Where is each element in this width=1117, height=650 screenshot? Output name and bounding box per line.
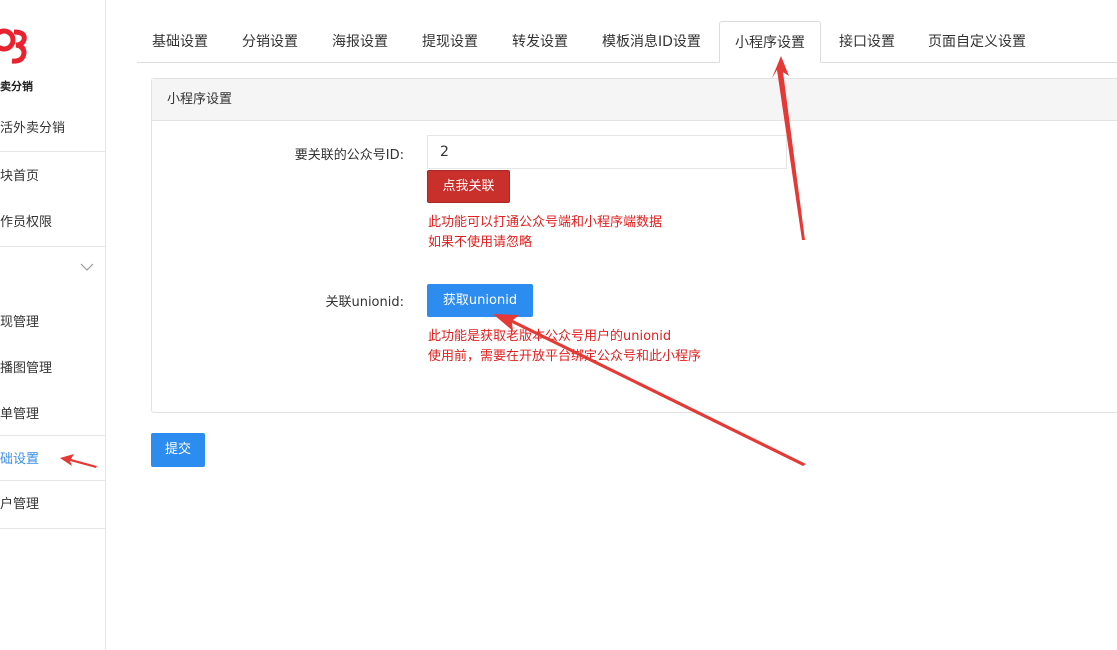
sidebar-item-settings[interactable]: 础设置 bbox=[0, 448, 106, 467]
sidebar-item-label: 础设置 bbox=[0, 452, 40, 467]
sidebar-item-label: 现管理 bbox=[0, 315, 40, 330]
chevron-down-icon[interactable] bbox=[80, 262, 94, 272]
sidebar-item-banner[interactable]: 播图管理 bbox=[0, 357, 106, 376]
sidebar-item-withdraw[interactable]: 现管理 bbox=[0, 311, 106, 330]
sidebar-item-distribution[interactable]: 活外卖分销 bbox=[0, 117, 106, 136]
settings-tabs: 基础设置 分销设置 海报设置 提现设置 转发设置 模板消息ID设置 小程序设置 … bbox=[137, 21, 1117, 63]
tab-template-message[interactable]: 模板消息ID设置 bbox=[587, 21, 716, 63]
divider bbox=[0, 435, 106, 436]
sidebar-item-label: 块首页 bbox=[0, 169, 40, 184]
logo: 卖分销 bbox=[0, 28, 34, 94]
divider bbox=[0, 151, 106, 152]
logo-icon bbox=[0, 28, 27, 64]
tab-mini-program[interactable]: 小程序设置 bbox=[719, 21, 821, 63]
panel-title: 小程序设置 bbox=[152, 79, 1117, 121]
sidebar: 卖分销 活外卖分销 块首页 作员权限 现管理 播图管理 单管理 础设置 户管理 bbox=[0, 0, 106, 650]
mini-program-settings-panel: 小程序设置 要关联的公众号ID: 2 点我关联 此功能可以打通公众号端和小程序端… bbox=[151, 78, 1117, 413]
tab-share[interactable]: 转发设置 bbox=[497, 21, 583, 63]
account-id-input[interactable]: 2 bbox=[427, 135, 787, 169]
sidebar-item-orders[interactable]: 单管理 bbox=[0, 403, 106, 422]
submit-button[interactable]: 提交 bbox=[151, 433, 205, 467]
sidebar-item-label: 单管理 bbox=[0, 407, 40, 422]
unionid-label: 关联unionid: bbox=[325, 295, 404, 310]
link-account-button[interactable]: 点我关联 bbox=[427, 170, 510, 203]
link-note-line-2: 如果不使用请忽略 bbox=[428, 235, 533, 250]
sidebar-item-users[interactable]: 户管理 bbox=[0, 493, 106, 512]
sidebar-item-label: 户管理 bbox=[0, 497, 40, 512]
tab-withdraw[interactable]: 提现设置 bbox=[407, 21, 493, 63]
sidebar-item-label: 活外卖分销 bbox=[0, 121, 66, 136]
divider bbox=[0, 246, 106, 247]
sidebar-item-home[interactable]: 块首页 bbox=[0, 165, 106, 184]
logo-text: 卖分销 bbox=[0, 80, 33, 93]
tab-basic[interactable]: 基础设置 bbox=[137, 21, 223, 63]
tab-distribution[interactable]: 分销设置 bbox=[227, 21, 313, 63]
tab-page-custom[interactable]: 页面自定义设置 bbox=[913, 21, 1041, 63]
sidebar-item-label: 播图管理 bbox=[0, 361, 53, 376]
account-id-label: 要关联的公众号ID: bbox=[294, 148, 404, 163]
sidebar-item-permissions[interactable]: 作员权限 bbox=[0, 211, 106, 230]
tab-poster[interactable]: 海报设置 bbox=[317, 21, 403, 63]
divider bbox=[0, 528, 106, 529]
divider bbox=[0, 480, 106, 481]
unionid-note-line-2: 使用前，需要在开放平台绑定公众号和此小程序 bbox=[428, 349, 702, 364]
sidebar-item-label: 作员权限 bbox=[0, 215, 53, 230]
tab-api[interactable]: 接口设置 bbox=[824, 21, 910, 63]
link-note-line-1: 此功能可以打通公众号端和小程序端数据 bbox=[428, 215, 663, 230]
get-unionid-button[interactable]: 获取unionid bbox=[427, 284, 533, 317]
unionid-note-line-1: 此功能是获取老版本公众号用户的unionid bbox=[428, 329, 672, 344]
